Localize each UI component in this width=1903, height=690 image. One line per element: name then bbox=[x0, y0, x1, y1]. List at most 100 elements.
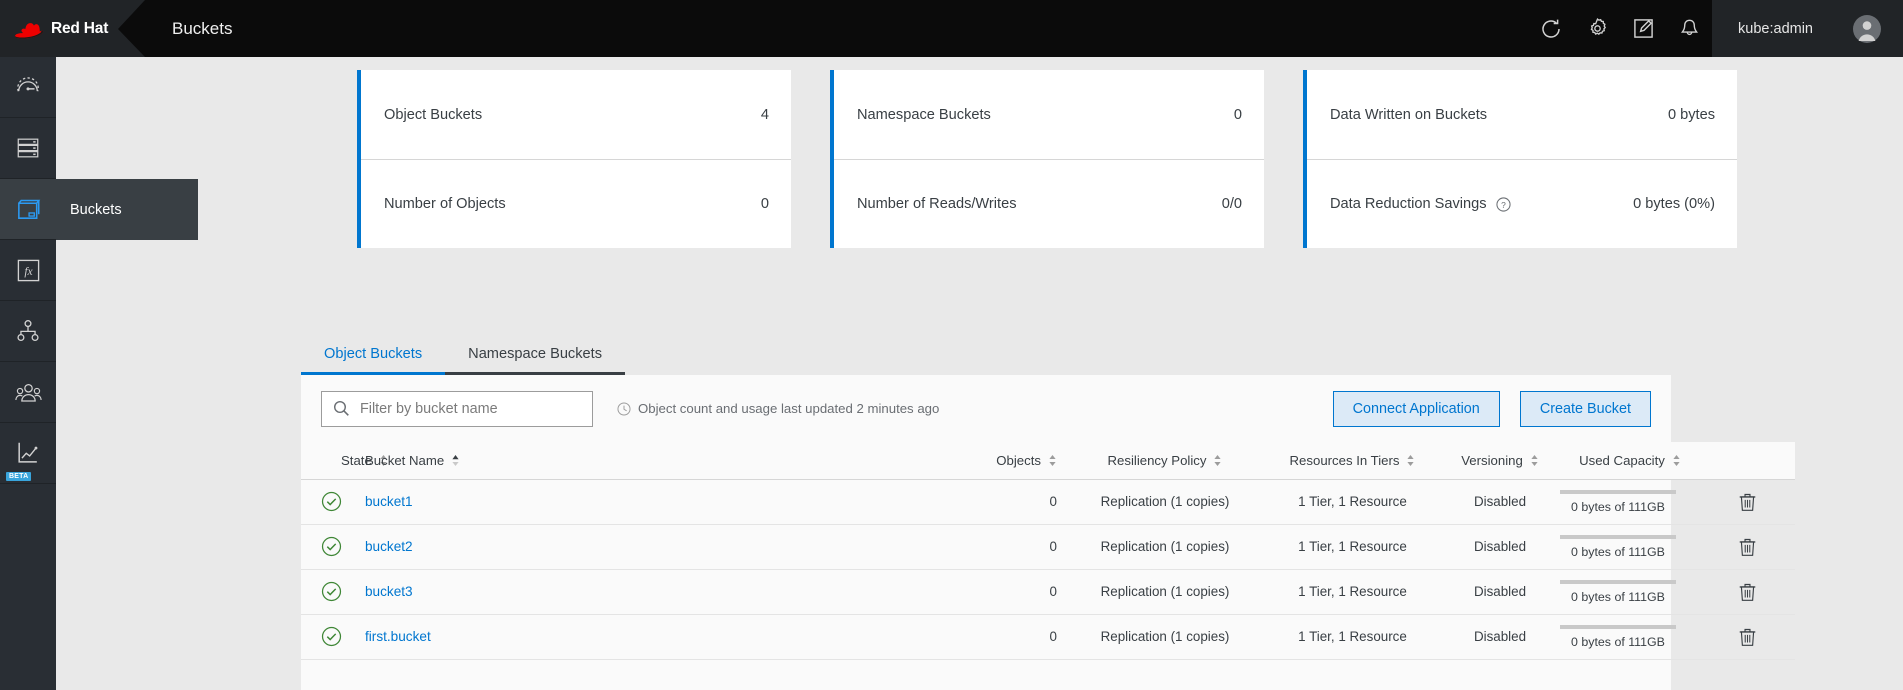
bucket-name-link[interactable]: first.bucket bbox=[365, 629, 431, 644]
cell-bucket-name[interactable]: bucket3 bbox=[365, 569, 945, 615]
beta-badge: BETA bbox=[6, 472, 32, 481]
cell-versioning: Disabled bbox=[1440, 614, 1560, 660]
create-bucket-button[interactable]: Create Bucket bbox=[1519, 390, 1651, 427]
search-input[interactable] bbox=[350, 400, 592, 417]
sidebar-item-overview[interactable] bbox=[0, 57, 56, 118]
trash-icon[interactable] bbox=[1734, 488, 1762, 516]
bell-icon[interactable] bbox=[1666, 0, 1712, 57]
search-box[interactable] bbox=[321, 390, 593, 427]
capacity-meter: 0 bytes of 111GB bbox=[1560, 489, 1676, 514]
table-header-row: State Bucket Name Objects Resiliency Pol… bbox=[301, 442, 1795, 480]
card-value: 0 bytes bbox=[1667, 106, 1715, 123]
bucket-name-link[interactable]: bucket2 bbox=[365, 539, 413, 554]
sidebar-item-analytics[interactable]: BETA bbox=[0, 423, 56, 484]
users-group-icon bbox=[14, 383, 42, 402]
trash-icon[interactable] bbox=[1734, 533, 1762, 561]
card-row: Number of Reads/Writes 0/0 bbox=[834, 159, 1264, 248]
table-row[interactable]: bucket2 0 Replication (1 copies) 1 Tier,… bbox=[301, 524, 1795, 570]
sort-both-icon bbox=[1531, 454, 1538, 466]
column-header-state[interactable]: State bbox=[301, 442, 387, 480]
cell-versioning: Disabled bbox=[1440, 524, 1560, 570]
status-cards: Object Buckets 4 Number of Objects 0 Nam… bbox=[357, 70, 1737, 248]
card-value: 4 bbox=[760, 106, 769, 123]
table-row[interactable]: bucket3 0 Replication (1 copies) 1 Tier,… bbox=[301, 569, 1795, 615]
column-header-resiliency-policy[interactable]: Resiliency Policy bbox=[1065, 442, 1265, 480]
card-label: Data Written on Buckets bbox=[1330, 106, 1488, 123]
sidebar-item-storage[interactable] bbox=[0, 118, 56, 179]
capacity-bar bbox=[1560, 579, 1676, 584]
cell-versioning: Disabled bbox=[1440, 479, 1560, 525]
table-row[interactable]: bucket1 0 Replication (1 copies) 1 Tier,… bbox=[301, 479, 1795, 525]
refresh-icon[interactable] bbox=[1528, 0, 1574, 57]
cell-used-capacity: 0 bytes of 111GB bbox=[1560, 569, 1700, 615]
healthy-check-icon bbox=[321, 581, 342, 602]
clock-icon bbox=[617, 401, 631, 416]
card-label: Data Reduction Savings ? bbox=[1330, 196, 1511, 212]
trash-icon[interactable] bbox=[1734, 578, 1762, 606]
tab-object-buckets[interactable]: Object Buckets bbox=[301, 335, 446, 375]
gauge-icon bbox=[17, 77, 39, 92]
namespace-buckets-card: Namespace Buckets 0 Number of Reads/Writ… bbox=[830, 70, 1264, 248]
last-updated-note: Object count and usage last updated 2 mi… bbox=[617, 401, 939, 416]
red-hat-logo[interactable]: Red Hat bbox=[14, 18, 108, 40]
bucket-name-link[interactable]: bucket3 bbox=[365, 584, 413, 599]
page-body: Object Buckets 4 Number of Objects 0 Nam… bbox=[56, 57, 1903, 690]
capacity-text: 0 bytes of 111GB bbox=[1571, 634, 1665, 649]
import-yaml-icon[interactable] bbox=[1620, 0, 1666, 57]
tab-namespace-buckets[interactable]: Namespace Buckets bbox=[445, 335, 625, 375]
column-label: Used Capacity bbox=[1579, 452, 1665, 468]
capacity-bar bbox=[1560, 534, 1676, 539]
sort-both-icon bbox=[1049, 454, 1056, 466]
cell-state bbox=[301, 614, 365, 660]
column-header-resources-in-tiers[interactable]: Resources In Tiers bbox=[1265, 442, 1440, 480]
card-row: Data Reduction Savings ? 0 bytes (0%) bbox=[1307, 159, 1737, 248]
table-body: bucket1 0 Replication (1 copies) 1 Tier,… bbox=[301, 479, 1795, 660]
objects-value: 0 bbox=[1049, 494, 1057, 509]
column-label: Bucket Name bbox=[365, 452, 445, 468]
table-head: State Bucket Name Objects Resiliency Pol… bbox=[301, 442, 1795, 480]
sidebar-item-functions[interactable]: fx bbox=[0, 240, 56, 301]
card-value: 0/0 bbox=[1221, 196, 1242, 212]
card-value: 0 bbox=[1233, 106, 1242, 123]
object-buckets-card: Object Buckets 4 Number of Objects 0 bbox=[357, 70, 791, 248]
cell-state bbox=[301, 524, 365, 570]
column-header-actions bbox=[1700, 442, 1795, 480]
connect-application-button[interactable]: Connect Application bbox=[1332, 390, 1500, 427]
sidebar-flyout-buckets[interactable]: Buckets bbox=[56, 179, 198, 240]
sidebar-item-topology[interactable] bbox=[0, 301, 56, 362]
cell-resources-in-tiers: 1 Tier, 1 Resource bbox=[1265, 614, 1440, 660]
trash-icon[interactable] bbox=[1734, 623, 1762, 651]
help-question-icon[interactable]: ? bbox=[1496, 196, 1511, 212]
column-header-used-capacity[interactable]: Used Capacity bbox=[1560, 442, 1700, 480]
sidebar-item-buckets[interactable]: Buckets bbox=[0, 179, 198, 240]
column-label: Versioning bbox=[1461, 452, 1523, 468]
page-content: Object Buckets 4 Number of Objects 0 Nam… bbox=[301, 57, 1903, 690]
card-label: Namespace Buckets bbox=[857, 106, 991, 123]
sidebar-flyout-label: Buckets bbox=[70, 201, 122, 218]
gear-icon[interactable] bbox=[1574, 0, 1620, 57]
brand-block[interactable]: Red Hat bbox=[0, 0, 145, 57]
svg-text:fx: fx bbox=[24, 265, 33, 277]
bucket-name-link[interactable]: bucket1 bbox=[365, 494, 413, 509]
avatar bbox=[1853, 14, 1881, 43]
column-header-bucket-name[interactable]: Bucket Name bbox=[365, 442, 945, 480]
function-fx-icon: fx bbox=[17, 259, 39, 281]
sort-both-icon bbox=[1214, 454, 1222, 466]
table-row[interactable]: first.bucket 0 Replication (1 copies) 1 … bbox=[301, 614, 1795, 660]
card-row: Namespace Buckets 0 bbox=[834, 70, 1264, 159]
cell-actions bbox=[1700, 569, 1795, 615]
svg-text:?: ? bbox=[1501, 199, 1506, 209]
cell-bucket-name[interactable]: first.bucket bbox=[365, 614, 945, 660]
cell-actions bbox=[1700, 524, 1795, 570]
sidebar-nav: Buckets fx BETA bbox=[0, 57, 198, 690]
column-header-versioning[interactable]: Versioning bbox=[1440, 442, 1560, 480]
buckets-table: State Bucket Name Objects Resiliency Pol… bbox=[301, 442, 1795, 660]
column-header-objects[interactable]: Objects bbox=[945, 442, 1065, 480]
cell-bucket-name[interactable]: bucket1 bbox=[365, 479, 945, 525]
server-stack-icon bbox=[17, 138, 39, 158]
user-menu[interactable]: kube:admin bbox=[1712, 0, 1903, 57]
cell-resiliency-policy: Replication (1 copies) bbox=[1065, 569, 1265, 615]
buckets-panel: Object count and usage last updated 2 mi… bbox=[301, 375, 1795, 690]
cell-bucket-name[interactable]: bucket2 bbox=[365, 524, 945, 570]
sidebar-item-accounts[interactable] bbox=[0, 362, 56, 423]
